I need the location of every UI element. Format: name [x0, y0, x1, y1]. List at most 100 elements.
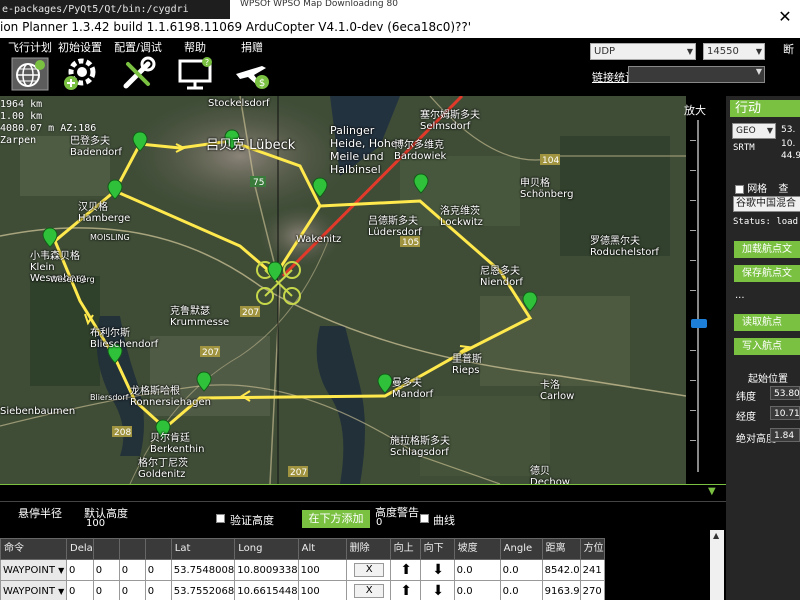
chevron-down-icon: ▼ — [755, 67, 762, 76]
flight-map[interactable]: 75 207 207 105 104 208 207 1964 km 1.00 … — [0, 96, 686, 484]
map-place-label: 洛克维茨 Lockwitz — [440, 206, 483, 228]
zoom-tick — [690, 440, 696, 441]
cell-p1[interactable]: 0 — [66, 580, 94, 600]
map-info-line: 1964 km — [0, 99, 43, 110]
cell-command: WAYPOINT — [3, 585, 55, 597]
wrench-icon — [123, 56, 156, 89]
cell-long[interactable]: 10.8009338 — [234, 559, 299, 581]
arrow-down-icon[interactable]: ⬇ — [432, 583, 444, 599]
map-place-label: 克鲁默瑟 Krummesse — [170, 306, 230, 328]
arrow-up-icon[interactable]: ⬆ — [400, 562, 412, 578]
map-place-label: MOISLING — [90, 233, 130, 242]
collapse-chevron-icon[interactable]: ▼ — [708, 486, 716, 497]
col-param2 — [92, 538, 120, 560]
svg-text:104: 104 — [542, 156, 559, 166]
close-window-button[interactable]: ✕ — [770, 8, 800, 28]
menu-config-tuning[interactable]: 配置/调试 — [108, 41, 168, 96]
col-long: Long — [234, 538, 299, 560]
table-row[interactable]: WAYPOINT ▼ 0 0 0 0 53.7548008 10.8009338… — [0, 559, 605, 581]
baud-rate-dropdown[interactable]: 14550 ▼ — [703, 43, 765, 60]
cell-p4[interactable]: 0 — [144, 580, 172, 600]
cell-delete: X — [345, 580, 391, 600]
zoom-slider-track[interactable] — [697, 120, 699, 472]
grid-checkbox[interactable] — [735, 184, 744, 194]
read-waypoints-button[interactable]: 读取航点 — [734, 314, 800, 331]
svg-text:75: 75 — [253, 178, 264, 188]
terminal-path-text: e-packages/PyQt5/Qt/bin:/cygdri — [0, 0, 230, 19]
verify-height-checkbox[interactable] — [216, 514, 225, 523]
cell-lat[interactable]: 53.7548008 — [170, 559, 236, 581]
cell-p2[interactable]: 0 — [92, 580, 120, 600]
cell-p2[interactable]: 0 — [92, 559, 120, 581]
col-up: 向上 — [389, 538, 421, 560]
load-waypoints-button[interactable]: 加载航点文 — [734, 241, 800, 258]
map-place-label: 汉贝格 Hamberge — [78, 202, 131, 224]
home-alt-input[interactable]: 1.84 — [770, 428, 800, 442]
svg-text:$: $ — [259, 78, 265, 89]
delete-row-button[interactable]: X — [354, 563, 385, 577]
tab-actions[interactable]: 行动 — [730, 100, 800, 117]
cell-p3[interactable]: 0 — [118, 580, 146, 600]
arrow-up-icon[interactable]: ⬆ — [400, 583, 412, 599]
geo-coordinate-value: 53. — [781, 125, 796, 135]
cell-alt[interactable]: 100 — [297, 559, 347, 581]
delete-row-button[interactable]: X — [354, 584, 385, 598]
cell-lat[interactable]: 53.7552068 — [170, 580, 236, 600]
title-bar: e-packages/PyQt5/Qt/bin:/cygdri WPSOf WP… — [0, 0, 800, 38]
window-title: ion Planner 1.3.42 build 1.1.6198.11069 … — [0, 20, 472, 34]
zoom-slider-thumb[interactable] — [691, 319, 707, 328]
coordinate-system-dropdown[interactable]: GEO ▼ — [732, 123, 776, 139]
menu-help[interactable]: 帮助 ? — [165, 41, 225, 96]
command-dropdown[interactable]: WAYPOINT ▼ — [0, 559, 67, 581]
cell-p3[interactable]: 0 — [118, 559, 146, 581]
home-lat-input[interactable]: 53.80 — [770, 386, 800, 400]
add-below-button[interactable]: 在下方添加 — [302, 510, 370, 528]
save-waypoints-button[interactable]: 保存航点文 — [734, 265, 800, 282]
map-place-label: 塞尔姆斯多夫 Selmsdorf — [420, 110, 480, 132]
menu-donate[interactable]: 捐赠 $ — [222, 41, 282, 96]
cell-delete: X — [345, 559, 391, 581]
menu-help-label: 帮助 — [184, 41, 206, 54]
menu-donate-label: 捐赠 — [241, 41, 263, 54]
scroll-up-icon[interactable]: ▲ — [713, 531, 719, 540]
map-place-label: 德贝 Dechow — [530, 466, 570, 484]
query-label[interactable]: 查 — [778, 184, 788, 195]
table-row[interactable]: WAYPOINT ▼ 0 0 0 0 53.7552068 10.6615448… — [0, 580, 605, 600]
map-place-label: 里普斯 Rieps — [452, 354, 482, 376]
zoom-tick — [690, 290, 696, 291]
col-down: 向下 — [419, 538, 455, 560]
menu-initial-setup-label: 初始设置 — [58, 41, 102, 54]
connection-type-dropdown[interactable]: UDP ▼ — [590, 43, 696, 60]
cell-angle: 0.0 — [499, 580, 543, 600]
default-alt-value[interactable]: 100 — [86, 518, 105, 529]
chevron-down-icon: ▼ — [766, 126, 773, 135]
map-place-label: 格尔丁尼茨 Goldenitz — [138, 458, 188, 480]
menu-initial-setup[interactable]: 初始设置 — [50, 41, 110, 96]
cell-alt[interactable]: 100 — [297, 580, 347, 600]
map-place-label: Bliersdorf — [90, 393, 129, 402]
cell-up: ⬆ — [389, 580, 421, 600]
cell-long[interactable]: 10.6615448 — [234, 580, 299, 600]
map-place-label: 博尔多维克 Bardowiek — [394, 140, 447, 162]
home-location-title: 起始位置 — [748, 374, 788, 385]
command-dropdown[interactable]: WAYPOINT ▼ — [0, 580, 67, 600]
home-lng-input[interactable]: 10.71 — [770, 406, 800, 420]
map-source-dropdown[interactable]: 谷歌中国混合 — [733, 196, 800, 212]
panel-splitter[interactable]: ▼ — [0, 484, 726, 502]
link-stats-box[interactable]: ▼ — [628, 66, 765, 83]
arrow-down-icon[interactable]: ⬇ — [432, 562, 444, 578]
write-waypoints-button[interactable]: 写入航点 — [734, 338, 800, 355]
hover-radius-label: 悬停半径 — [18, 507, 62, 520]
zoom-tick — [690, 410, 696, 411]
more-options[interactable]: ... — [735, 290, 745, 301]
cell-p4[interactable]: 0 — [144, 559, 172, 581]
table-scrollbar[interactable]: ▲ — [710, 530, 724, 600]
alt-warning-value[interactable]: 0 — [376, 517, 382, 528]
cell-azimuth: 241 — [579, 559, 605, 581]
cell-p1[interactable]: 0 — [66, 559, 94, 581]
map-place-label: 罗德黑尔夫 Roduchelstorf — [590, 236, 659, 258]
curve-checkbox[interactable] — [420, 514, 429, 523]
disconnect-label[interactable]: 断 — [783, 41, 794, 57]
col-gradient: 坡度 — [453, 538, 501, 560]
col-command: 命令 — [0, 538, 67, 560]
